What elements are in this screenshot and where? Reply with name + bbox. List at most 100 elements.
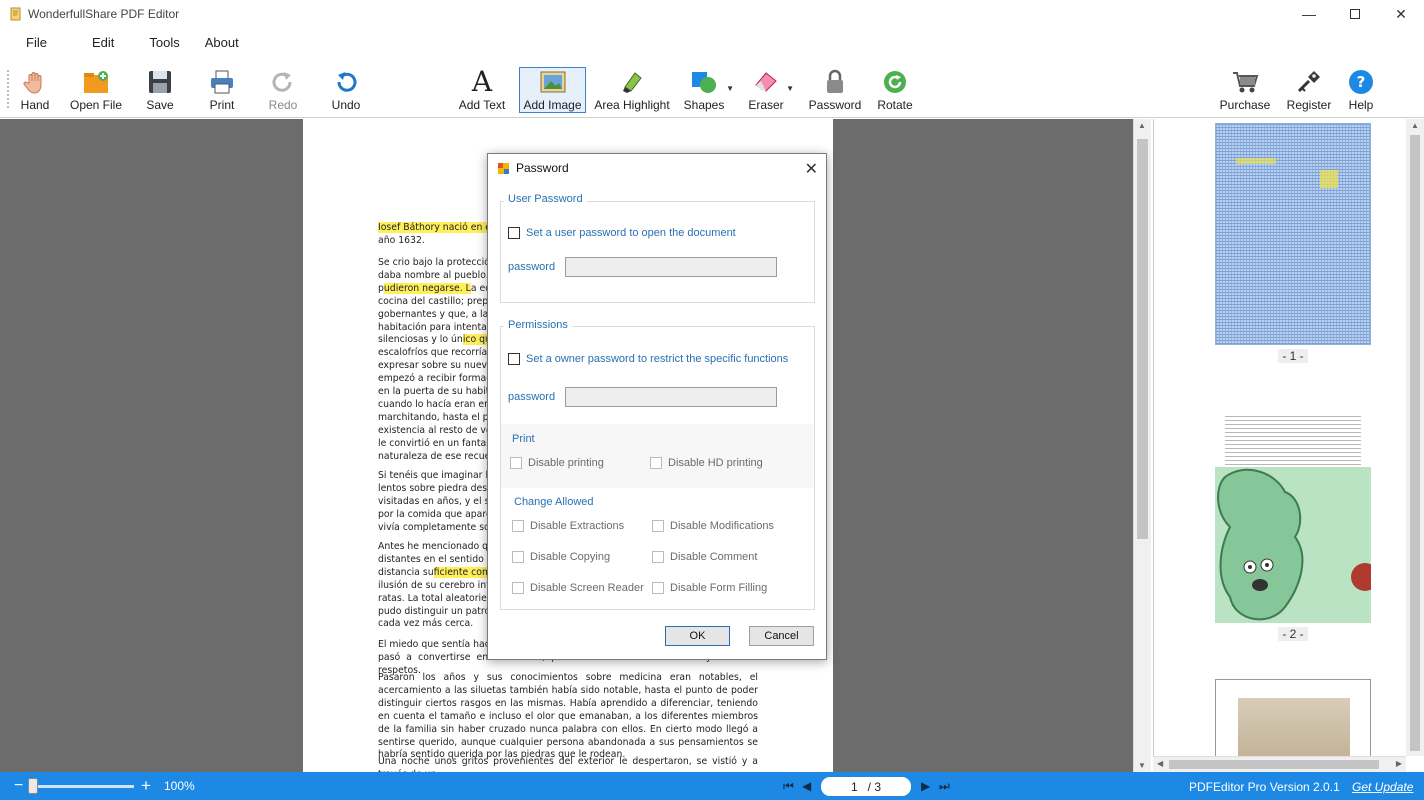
disable-hd-printing-row[interactable]: Disable HD printing [650, 457, 763, 469]
thumbnail-label-2: - 2 - [1278, 627, 1308, 641]
help-button[interactable]: ? Help [1347, 68, 1375, 114]
cancel-button[interactable]: Cancel [749, 626, 814, 646]
thumbnail-hscrollbar[interactable]: ◀ ▶ [1153, 756, 1406, 772]
minimize-button[interactable]: — [1286, 0, 1332, 28]
add-image-button[interactable]: Add Image [519, 67, 586, 113]
disable-extractions-label[interactable]: Disable Extractions [530, 520, 624, 532]
thumbnail-page-1[interactable] [1215, 123, 1371, 345]
print-label: Print [209, 98, 235, 112]
thumbnail-scrollbar-thumb[interactable] [1410, 135, 1420, 751]
zoom-in-button[interactable]: + [141, 776, 151, 796]
page-indicator[interactable]: 1 / 3 [821, 777, 911, 796]
disable-screen-reader-row[interactable]: Disable Screen Reader [512, 582, 644, 594]
redo-button[interactable]: Redo [268, 68, 298, 114]
shapes-label: Shapes [683, 98, 725, 112]
add-image-label: Add Image [523, 98, 582, 112]
shapes-dropdown-icon[interactable]: ▼ [726, 84, 734, 93]
disable-hd-printing-checkbox[interactable] [650, 457, 662, 469]
thumbnail-photo [1238, 698, 1350, 756]
disable-copying-label[interactable]: Disable Copying [530, 551, 610, 563]
thumbnail-scrollbar[interactable]: ▲ [1406, 119, 1424, 756]
disable-screen-reader-label[interactable]: Disable Screen Reader [530, 582, 644, 594]
purchase-button[interactable]: Purchase [1220, 68, 1270, 114]
thumbnail-page-3[interactable] [1215, 679, 1371, 756]
scrollbar-thumb[interactable] [1137, 139, 1148, 539]
zoom-slider[interactable] [30, 785, 134, 788]
close-button[interactable]: ✕ [1378, 0, 1424, 28]
undo-button[interactable]: Undo [331, 68, 361, 114]
menu-about[interactable]: About [200, 35, 239, 50]
disable-copying-checkbox[interactable] [512, 551, 524, 563]
thumbnail-page-2[interactable] [1215, 415, 1371, 623]
open-file-button[interactable]: Open File [70, 68, 122, 114]
user-password-input[interactable] [565, 257, 777, 277]
user-password-checkbox-row[interactable]: Set a user password to open the document [508, 227, 736, 239]
owner-password-checkbox-row[interactable]: Set a owner password to restrict the spe… [508, 353, 788, 365]
disable-form-filling-label[interactable]: Disable Form Filling [670, 582, 767, 594]
close-icon: ✕ [1395, 5, 1407, 22]
owner-password-input[interactable] [565, 387, 777, 407]
owner-password-checkbox-label[interactable]: Set a owner password to restrict the spe… [526, 353, 788, 365]
disable-modifications-label[interactable]: Disable Modifications [670, 520, 774, 532]
current-page[interactable]: 1 [851, 780, 858, 794]
rotate-icon [884, 71, 906, 93]
eraser-dropdown-icon[interactable]: ▼ [786, 84, 794, 93]
document-scrollbar[interactable]: ▲ ▼ [1133, 119, 1151, 772]
disable-comment-row[interactable]: Disable Comment [652, 551, 757, 563]
disable-screen-reader-checkbox[interactable] [512, 582, 524, 594]
print-section [501, 424, 813, 488]
eraser-button[interactable]: Eraser ▼ [748, 68, 794, 114]
register-button[interactable]: Register [1287, 68, 1331, 114]
rotate-button[interactable]: Rotate [877, 68, 913, 114]
disable-extractions-checkbox[interactable] [512, 520, 524, 532]
zoom-out-button[interactable]: − [14, 777, 23, 795]
password-button[interactable]: Password [809, 68, 861, 114]
title-bar: WonderfullShare PDF Editor — ✕ [0, 0, 1424, 28]
menu-edit[interactable]: Edit [67, 35, 114, 50]
menu-tools[interactable]: Tools [134, 35, 179, 50]
shapes-button[interactable]: Shapes ▼ [683, 68, 734, 114]
area-highlight-button[interactable]: Area Highlight [594, 68, 670, 114]
ok-button[interactable]: OK [665, 626, 730, 646]
hand-button[interactable]: Hand [20, 68, 50, 114]
dialog-title-bar: Password ✕ [488, 154, 826, 182]
toolbar-grip[interactable] [7, 70, 10, 108]
menu-file[interactable]: File [0, 35, 47, 50]
get-update-link[interactable]: Get Update [1352, 780, 1413, 794]
disable-modifications-row[interactable]: Disable Modifications [652, 520, 774, 532]
prev-page-icon[interactable]: ◀ [802, 779, 811, 793]
monster-illustration [1217, 468, 1371, 621]
maximize-button[interactable] [1332, 0, 1378, 28]
add-text-button[interactable]: A Add Text [458, 68, 506, 114]
next-page-icon[interactable]: ▶ [921, 779, 930, 793]
disable-printing-label[interactable]: Disable printing [528, 457, 604, 469]
scroll-down-icon[interactable]: ▼ [1138, 761, 1146, 770]
disable-modifications-checkbox[interactable] [652, 520, 664, 532]
scroll-up-icon[interactable]: ▲ [1138, 121, 1146, 130]
disable-form-filling-checkbox[interactable] [652, 582, 664, 594]
scroll-right-icon[interactable]: ▶ [1396, 759, 1402, 768]
disable-extractions-row[interactable]: Disable Extractions [512, 520, 624, 532]
hscrollbar-thumb[interactable] [1169, 760, 1379, 769]
disable-hd-printing-label[interactable]: Disable HD printing [668, 457, 763, 469]
zoom-slider-handle[interactable] [28, 778, 38, 794]
disable-comment-label[interactable]: Disable Comment [670, 551, 757, 563]
user-password-field-label: password [508, 261, 556, 273]
save-button[interactable]: Save [145, 68, 175, 114]
disable-comment-checkbox[interactable] [652, 551, 664, 563]
user-password-checkbox-label[interactable]: Set a user password to open the document [526, 227, 736, 239]
first-page-icon[interactable]: ⏮ [783, 779, 794, 794]
thumb-scroll-up-icon[interactable]: ▲ [1411, 121, 1419, 130]
disable-printing-row[interactable]: Disable printing [510, 457, 604, 469]
disable-printing-checkbox[interactable] [510, 457, 522, 469]
user-password-checkbox[interactable] [508, 227, 520, 239]
dialog-close-icon[interactable]: ✕ [805, 159, 818, 179]
disable-copying-row[interactable]: Disable Copying [512, 551, 610, 563]
print-button[interactable]: Print [207, 68, 237, 114]
disable-form-filling-row[interactable]: Disable Form Filling [652, 582, 767, 594]
owner-password-checkbox[interactable] [508, 353, 520, 365]
last-page-icon[interactable]: ⏭ [939, 779, 950, 794]
scroll-left-icon[interactable]: ◀ [1157, 759, 1163, 768]
key-icon [1297, 71, 1320, 93]
doc-paragraph: Pasaron los años y sus conocimientos sob… [378, 672, 758, 761]
